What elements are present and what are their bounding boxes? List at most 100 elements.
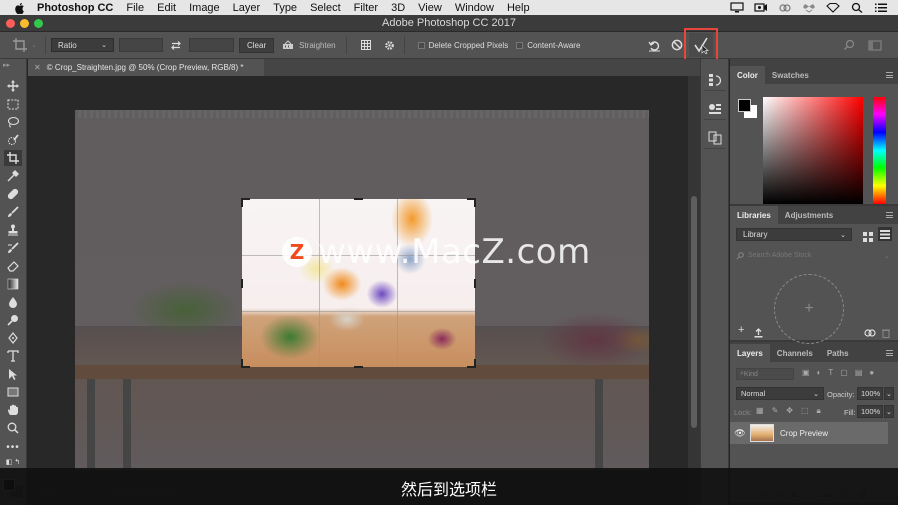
edit-toolbar-button[interactable]: ••• bbox=[4, 439, 22, 455]
tab-channels[interactable]: Channels bbox=[770, 344, 820, 362]
tab-paths[interactable]: Paths bbox=[820, 344, 856, 362]
menu-filter[interactable]: Filter bbox=[354, 2, 378, 14]
lock-position-icon[interactable]: ✥ bbox=[786, 406, 793, 416]
content-aware-checkbox[interactable]: Content-Aware bbox=[516, 41, 580, 50]
menu-type[interactable]: Type bbox=[273, 2, 297, 14]
chevron-down-icon[interactable]: ⌄ bbox=[884, 252, 890, 260]
history-panel-button[interactable] bbox=[704, 69, 726, 91]
crop-handle-top[interactable] bbox=[354, 198, 363, 200]
tool-preset-picker[interactable]: ⌄ bbox=[12, 36, 40, 54]
visibility-eye-icon[interactable]: 👁︎ bbox=[730, 428, 750, 439]
fill-input[interactable]: 100% bbox=[857, 405, 883, 418]
tab-layers[interactable]: Layers bbox=[730, 344, 770, 362]
adobe-stock-search[interactable]: Search Adobe Stock ⌄ bbox=[736, 249, 892, 262]
crop-handle-top-right[interactable] bbox=[474, 198, 476, 207]
pixel-layer-filter-icon[interactable]: ▣ bbox=[802, 368, 810, 377]
delete-cropped-pixels-checkbox[interactable]: Delete Cropped Pixels bbox=[417, 41, 508, 50]
document-tab[interactable]: ✕ © Crop_Straighten.jpg @ 50% (Crop Prev… bbox=[28, 59, 264, 76]
creative-cloud-sync-button[interactable] bbox=[864, 325, 876, 343]
lasso-tool[interactable] bbox=[4, 114, 22, 130]
rectangle-tool[interactable] bbox=[4, 384, 22, 400]
shape-layer-filter-icon[interactable]: ▢ bbox=[840, 368, 848, 377]
library-select[interactable]: Library ⌄ bbox=[736, 228, 852, 241]
color-picker-field[interactable] bbox=[763, 97, 863, 204]
delete-library-item-button[interactable] bbox=[882, 325, 890, 343]
crop-handle-top-left[interactable] bbox=[241, 198, 243, 207]
overlay-options-button[interactable] bbox=[357, 36, 375, 54]
workspace-button[interactable] bbox=[866, 36, 884, 54]
straighten-button[interactable]: Straighten bbox=[282, 40, 336, 50]
notification-list-icon[interactable] bbox=[874, 2, 888, 13]
filter-toggle-icon[interactable]: ● bbox=[869, 368, 874, 377]
menu-help[interactable]: Help bbox=[507, 2, 530, 14]
menu-3d[interactable]: 3D bbox=[391, 2, 405, 14]
eyedropper-tool[interactable] bbox=[4, 168, 22, 184]
hue-slider[interactable] bbox=[873, 97, 886, 204]
panel-menu-icon[interactable] bbox=[886, 212, 893, 218]
swap-dimensions-button[interactable] bbox=[167, 36, 185, 54]
lock-artboard-icon[interactable]: ⬚ bbox=[801, 406, 809, 416]
type-layer-filter-icon[interactable]: T bbox=[828, 368, 833, 377]
blur-tool[interactable] bbox=[4, 294, 22, 310]
quick-selection-tool[interactable] bbox=[4, 132, 22, 148]
menu-view[interactable]: View bbox=[418, 2, 442, 14]
menu-layer[interactable]: Layer bbox=[233, 2, 261, 14]
crop-handle-bottom[interactable] bbox=[354, 366, 363, 368]
list-view-button[interactable] bbox=[878, 227, 892, 241]
crop-handle-bottom-right[interactable] bbox=[474, 359, 476, 368]
wifi-icon[interactable] bbox=[826, 2, 840, 13]
panel-menu-icon[interactable] bbox=[886, 72, 893, 78]
reset-crop-button[interactable] bbox=[645, 36, 663, 54]
move-tool[interactable] bbox=[4, 78, 22, 94]
properties-panel-button[interactable] bbox=[704, 98, 726, 120]
crop-tool[interactable] bbox=[4, 150, 22, 166]
library-drop-zone[interactable]: + bbox=[774, 274, 844, 344]
dodge-tool[interactable] bbox=[4, 312, 22, 328]
app-menu[interactable]: Photoshop CC bbox=[37, 2, 113, 14]
healing-brush-tool[interactable] bbox=[4, 186, 22, 202]
menu-image[interactable]: Image bbox=[189, 2, 220, 14]
smart-object-filter-icon[interactable]: ▤ bbox=[855, 368, 863, 377]
marquee-tool[interactable] bbox=[4, 96, 22, 112]
lock-all-icon[interactable]: 🔒︎ bbox=[817, 406, 821, 416]
tab-libraries[interactable]: Libraries bbox=[730, 206, 778, 224]
crop-bounding-box[interactable] bbox=[242, 199, 475, 367]
add-content-button[interactable]: + bbox=[738, 324, 744, 336]
crop-handle-left[interactable] bbox=[241, 279, 243, 288]
apple-menu-icon[interactable] bbox=[13, 2, 26, 14]
menu-file[interactable]: File bbox=[126, 2, 144, 14]
vertical-scrollbar[interactable] bbox=[688, 76, 700, 505]
tab-adjustments[interactable]: Adjustments bbox=[778, 206, 840, 224]
path-selection-tool[interactable] bbox=[4, 366, 22, 382]
gradient-tool[interactable] bbox=[4, 276, 22, 292]
swap-colors-button[interactable]: ◧ ↰ bbox=[4, 457, 22, 467]
collapse-icon[interactable]: ▸▸ bbox=[3, 61, 10, 69]
crop-handle-bottom-left[interactable] bbox=[241, 359, 243, 368]
crop-height-input[interactable] bbox=[189, 38, 234, 52]
crop-settings-button[interactable] bbox=[381, 36, 399, 54]
panel-menu-icon[interactable] bbox=[886, 350, 893, 356]
menu-window[interactable]: Window bbox=[455, 2, 494, 14]
grid-view-button[interactable] bbox=[863, 229, 873, 242]
zoom-tool[interactable] bbox=[4, 420, 22, 436]
display-icon[interactable] bbox=[730, 2, 744, 13]
search-button[interactable] bbox=[840, 36, 858, 54]
clone-stamp-tool[interactable] bbox=[4, 222, 22, 238]
blend-mode-select[interactable]: Normal ⌄ bbox=[736, 387, 824, 400]
spotlight-icon[interactable] bbox=[850, 2, 864, 13]
crop-handle-right[interactable] bbox=[474, 279, 476, 288]
adjustment-layer-filter-icon[interactable]: ◐ bbox=[817, 368, 822, 377]
hand-tool[interactable] bbox=[4, 402, 22, 418]
fill-dropdown[interactable]: ⌄ bbox=[884, 405, 894, 418]
foreground-color-chip[interactable] bbox=[738, 99, 751, 112]
type-tool[interactable] bbox=[4, 348, 22, 364]
ratio-select[interactable]: Ratio ⌄ bbox=[51, 38, 114, 52]
facetime-icon[interactable] bbox=[754, 2, 768, 13]
menu-edit[interactable]: Edit bbox=[157, 2, 176, 14]
lock-image-icon[interactable]: ✎ bbox=[772, 406, 779, 416]
opacity-dropdown[interactable]: ⌄ bbox=[884, 387, 894, 400]
crop-width-input[interactable] bbox=[119, 38, 163, 52]
layer-filter-kind[interactable]: ⌕ Kind bbox=[736, 368, 794, 380]
scrollbar-thumb[interactable] bbox=[691, 196, 697, 428]
pen-tool[interactable] bbox=[4, 330, 22, 346]
